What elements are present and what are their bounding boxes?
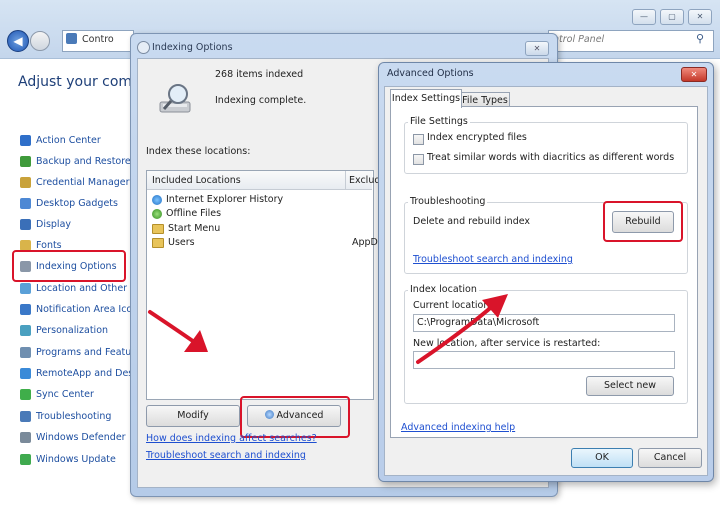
annotation-arrow-advanced: [148, 310, 208, 352]
tab-index-settings[interactable]: Index Settings: [390, 89, 462, 108]
annotation-arrows: [148, 294, 508, 364]
annotation-arrow-location: [416, 294, 508, 364]
